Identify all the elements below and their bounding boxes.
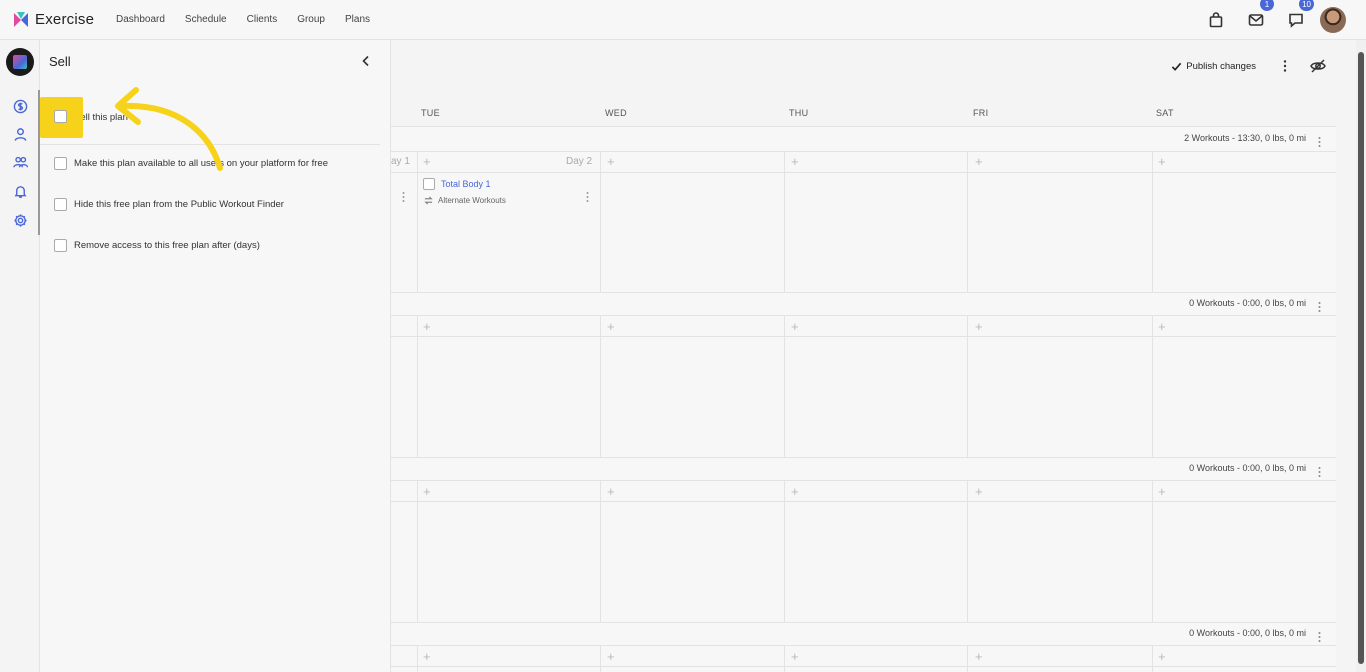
chat-badge: 10 <box>1299 0 1314 11</box>
scrollbar[interactable] <box>1356 40 1366 672</box>
add-workout-plus-icon[interactable]: + <box>975 155 983 168</box>
panel-title: Sell <box>49 54 71 69</box>
app-logo[interactable]: Exercise <box>12 11 104 29</box>
nav-dashboard[interactable]: Dashboard <box>116 14 165 25</box>
remove-access-checkbox[interactable] <box>54 239 67 252</box>
check-icon <box>1172 62 1182 71</box>
option-label: Remove access to this free plan after (d… <box>74 240 260 251</box>
day-label: Day 2 <box>566 156 593 167</box>
nav-plans[interactable]: Plans <box>345 14 370 25</box>
user-icon[interactable] <box>11 125 29 143</box>
gear-icon[interactable] <box>11 211 29 229</box>
user-avatar[interactable] <box>1320 7 1346 33</box>
add-workout-plus-icon[interactable]: + <box>1158 320 1166 333</box>
workout-checkbox[interactable] <box>423 178 435 190</box>
main-nav: Dashboard Schedule Clients Group Plans <box>116 14 390 25</box>
shop-icon[interactable] <box>1206 10 1226 30</box>
mail-badge: 1 <box>1260 0 1274 11</box>
add-workout-plus-icon[interactable]: + <box>975 650 983 663</box>
add-workout-plus-icon[interactable]: + <box>791 155 799 168</box>
top-bar: Exercise Dashboard Schedule Clients Grou… <box>0 0 1366 40</box>
add-workout-plus-icon[interactable]: + <box>423 320 431 333</box>
add-workout-plus-icon[interactable]: + <box>1158 650 1166 663</box>
bell-icon[interactable] <box>11 182 29 200</box>
collapse-panel-button[interactable] <box>360 54 374 68</box>
week-summary: 0 Workouts - 0:00, 0 lbs, 0 mi <box>1189 298 1306 308</box>
week-options-icon[interactable] <box>1318 629 1324 642</box>
add-workout-plus-icon[interactable]: + <box>607 650 615 663</box>
day-header-tue: TUE <box>421 108 440 118</box>
add-workout-plus-icon[interactable]: + <box>1158 155 1166 168</box>
dollar-icon[interactable] <box>11 97 29 115</box>
day-header-thu: THU <box>789 108 809 118</box>
workout-card[interactable]: Total Body 1 <box>423 178 491 190</box>
add-workout-plus-icon[interactable]: + <box>423 155 431 168</box>
top-icons: 1 10 <box>1186 0 1346 40</box>
nav-schedule[interactable]: Schedule <box>185 14 227 25</box>
free-for-all-checkbox[interactable] <box>54 157 67 170</box>
day-header-sat: SAT <box>1156 108 1174 118</box>
day-header-fri: FRI <box>973 108 989 118</box>
week-1: 2 Workouts - 13:30, 0 lbs, 0 mi ay 1 Day… <box>391 126 1336 293</box>
week-summary: 2 Workouts - 13:30, 0 lbs, 0 mi <box>1184 133 1306 143</box>
app-name: Exercise <box>35 11 95 28</box>
mail-icon[interactable]: 1 <box>1246 0 1274 30</box>
publish-changes-button[interactable]: Publish changes <box>1171 61 1256 72</box>
add-workout-plus-icon[interactable]: + <box>1158 485 1166 498</box>
swap-icon <box>424 196 433 205</box>
calendar-area: Publish changes TUE WED THU FRI SAT 2 Wo… <box>391 40 1336 672</box>
week-summary: 0 Workouts - 0:00, 0 lbs, 0 mi <box>1189 463 1306 473</box>
sell-plan-checkbox[interactable] <box>54 110 67 123</box>
nav-group[interactable]: Group <box>297 14 325 25</box>
day-header-wed: WED <box>605 108 627 118</box>
workout-options-icon[interactable] <box>586 189 590 202</box>
add-workout-plus-icon[interactable]: + <box>423 650 431 663</box>
add-workout-plus-icon[interactable]: + <box>975 485 983 498</box>
option-remove-access[interactable]: Remove access to this free plan after (d… <box>54 239 260 252</box>
workout-name[interactable]: Total Body 1 <box>441 179 491 189</box>
day-label: ay 1 <box>391 156 410 167</box>
chevron-left-icon <box>362 55 369 67</box>
week-3: 0 Workouts - 0:00, 0 lbs, 0 mi + + + + + <box>391 457 1336 623</box>
scrollbar-thumb[interactable] <box>1358 52 1364 664</box>
publish-label: Publish changes <box>1186 60 1256 72</box>
more-options-icon[interactable] <box>1280 59 1290 73</box>
option-label: Hide this free plan from the Public Work… <box>74 199 284 210</box>
week-options-icon[interactable] <box>1318 299 1324 312</box>
add-workout-plus-icon[interactable]: + <box>975 320 983 333</box>
cell-options-icon[interactable] <box>402 189 406 202</box>
highlight-box <box>40 97 83 138</box>
hide-from-finder-checkbox[interactable] <box>54 198 67 211</box>
alternate-workouts-label: Alternate Workouts <box>438 196 506 205</box>
nav-clients[interactable]: Clients <box>247 14 278 25</box>
add-workout-plus-icon[interactable]: + <box>607 320 615 333</box>
left-rail <box>0 40 40 672</box>
alternate-workouts[interactable]: Alternate Workouts <box>424 196 506 205</box>
week-options-icon[interactable] <box>1318 464 1324 477</box>
week-options-icon[interactable] <box>1318 134 1324 147</box>
toolbar: Publish changes <box>1171 58 1326 74</box>
add-workout-plus-icon[interactable]: + <box>791 320 799 333</box>
eye-off-icon[interactable] <box>1310 58 1326 74</box>
add-workout-plus-icon[interactable]: + <box>791 485 799 498</box>
add-workout-plus-icon[interactable]: + <box>607 155 615 168</box>
add-workout-plus-icon[interactable]: + <box>607 485 615 498</box>
chat-icon[interactable]: 10 <box>1286 0 1314 30</box>
plan-avatar[interactable] <box>6 48 34 76</box>
annotation-arrow <box>115 87 223 171</box>
option-hide-from-finder[interactable]: Hide this free plan from the Public Work… <box>54 198 284 211</box>
logo-icon <box>14 11 28 27</box>
week-summary: 0 Workouts - 0:00, 0 lbs, 0 mi <box>1189 628 1306 638</box>
add-workout-plus-icon[interactable]: + <box>791 650 799 663</box>
users-icon[interactable] <box>11 153 29 171</box>
week-2: 0 Workouts - 0:00, 0 lbs, 0 mi + + + + + <box>391 292 1336 458</box>
add-workout-plus-icon[interactable]: + <box>423 485 431 498</box>
week-4: 0 Workouts - 0:00, 0 lbs, 0 mi + + + + + <box>391 622 1336 672</box>
